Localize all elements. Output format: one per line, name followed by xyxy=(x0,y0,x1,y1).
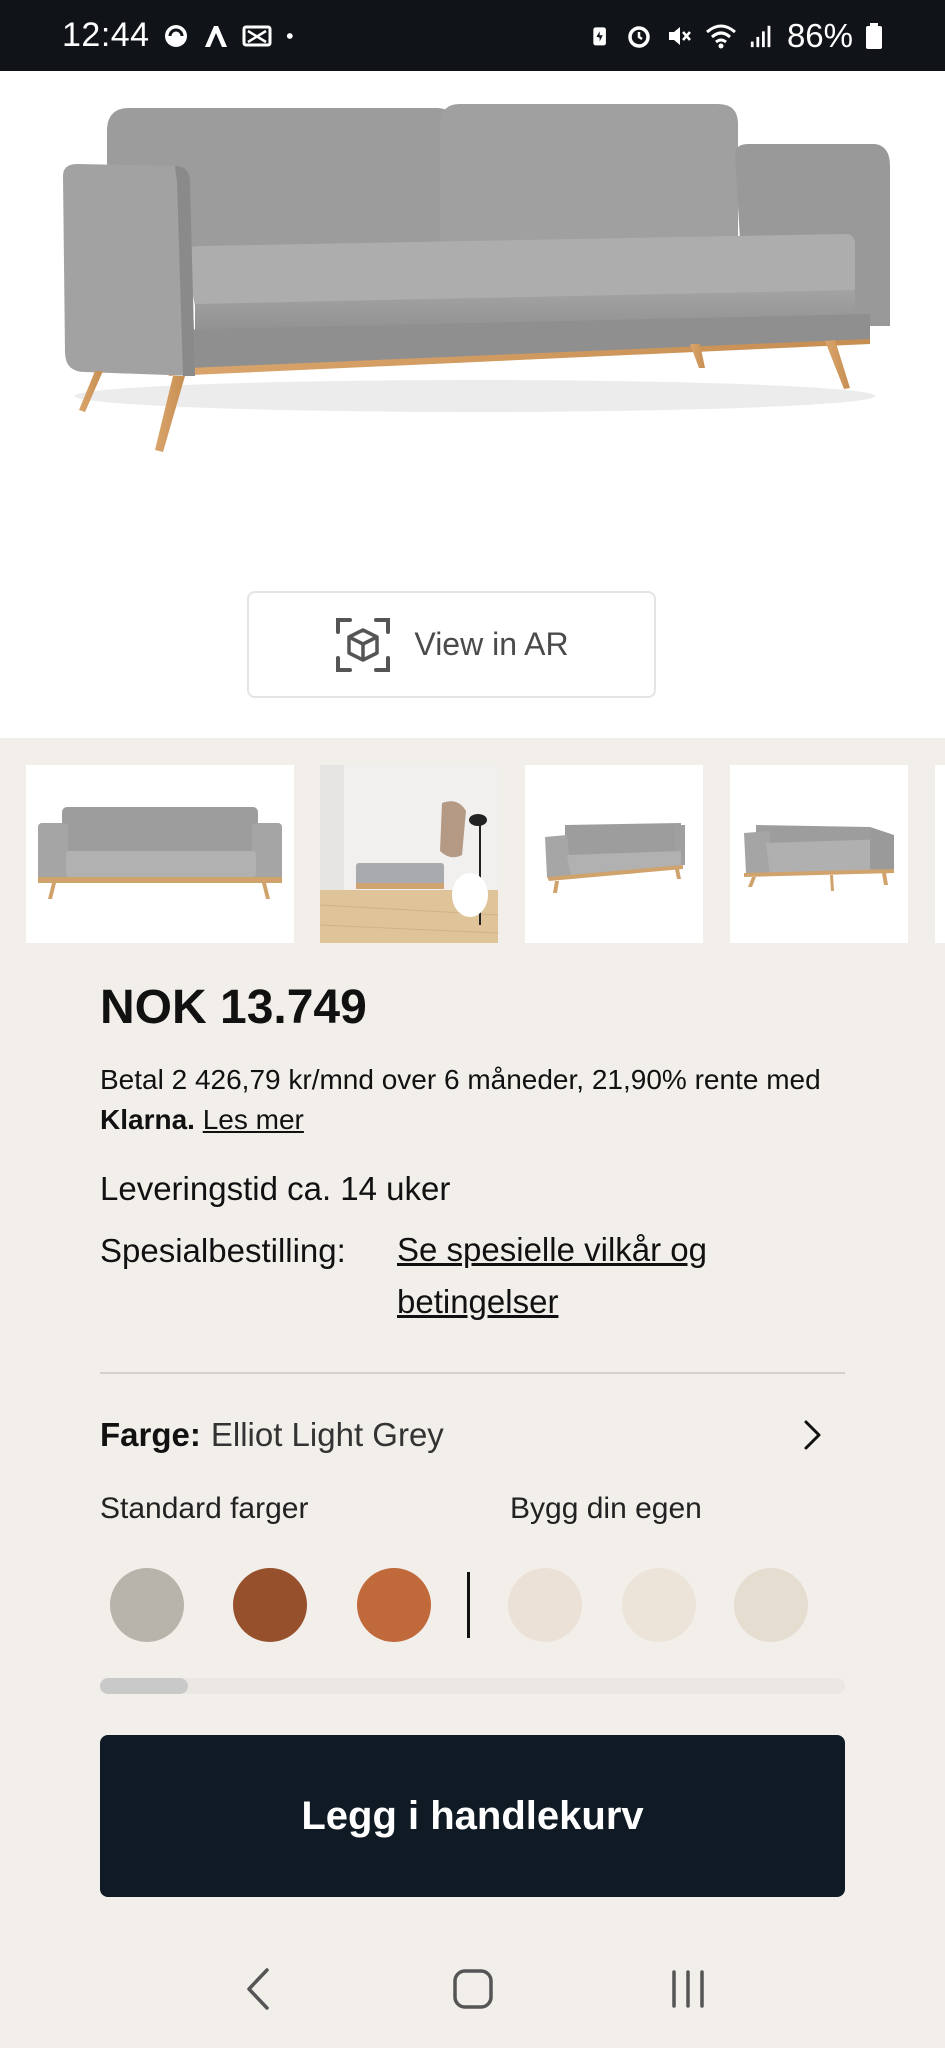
standard-colors-label: Standard farger xyxy=(100,1492,309,1525)
ar-button-label: View in AR xyxy=(414,626,569,662)
divider xyxy=(100,1372,845,1374)
sofa-angle-left-thumbnail-image xyxy=(545,823,685,893)
delivery-time: Leveringstid ca. 14 uker xyxy=(100,1170,451,1207)
swatch-separator xyxy=(467,1572,470,1638)
thumbnail-sofa-front[interactable] xyxy=(26,765,294,943)
status-right: 86% xyxy=(591,17,883,55)
battery-saver-icon xyxy=(593,26,606,45)
thumbnail-sofa-angle-right[interactable] xyxy=(730,765,908,943)
klarna-read-more-link[interactable]: Les mer xyxy=(203,1104,304,1135)
klarna-financing: Betal 2 426,79 kr/mnd over 6 måneder, 21… xyxy=(100,1060,860,1140)
add-to-cart-button[interactable]: Legg i handlekurv xyxy=(100,1735,845,1897)
special-terms-link[interactable]: Se spesielle vilkår og betingelser xyxy=(397,1224,837,1328)
color-value: Elliot Light Grey xyxy=(210,1416,444,1453)
ar-cube-icon xyxy=(336,617,391,672)
product-price: NOK 13.749 xyxy=(100,981,367,1034)
chevron-right-icon xyxy=(804,1420,821,1450)
dot-icon xyxy=(286,32,293,39)
battery-icon xyxy=(866,22,882,49)
view-in-ar-button[interactable]: View in AR xyxy=(247,591,656,698)
thumbnail-more[interactable] xyxy=(935,765,945,943)
status-bar: 12:44 86% xyxy=(0,0,945,71)
swatch-scrollbar[interactable] xyxy=(100,1678,188,1694)
swatch-custom-2[interactable] xyxy=(622,1568,696,1642)
nav-recents-button[interactable] xyxy=(658,1959,718,2019)
swatch-standard-2[interactable] xyxy=(233,1568,307,1642)
nav-home-button[interactable] xyxy=(443,1959,503,2019)
signal-icon xyxy=(750,25,771,47)
status-left: 12:44 xyxy=(62,16,302,55)
wifi-icon xyxy=(705,24,736,48)
sofa-angle-right-thumbnail-image xyxy=(744,825,894,891)
thumbnail-sofa-room[interactable] xyxy=(320,765,498,943)
app-icon xyxy=(204,25,227,47)
color-selector-row[interactable]: Farge: Elliot Light Grey xyxy=(100,1410,825,1460)
battery-level: 86% xyxy=(786,16,853,54)
system-nav-bar xyxy=(0,1930,945,2048)
sofa-image[interactable] xyxy=(55,86,895,466)
sofa-front-thumbnail-image xyxy=(38,807,288,899)
custom-colors-label: Bygg din egen xyxy=(510,1492,702,1525)
klarna-brand: Klarna. xyxy=(100,1104,195,1135)
swatch-custom-3[interactable] xyxy=(734,1568,808,1642)
sync-icon xyxy=(164,24,187,47)
klarna-text: Betal 2 426,79 kr/mnd over 6 måneder, 21… xyxy=(100,1064,821,1095)
special-order-label: Spesialbestilling: xyxy=(100,1232,346,1269)
swatch-scroll-track[interactable] xyxy=(100,1678,845,1694)
recents-icon xyxy=(671,1970,704,2008)
status-time: 12:44 xyxy=(62,16,150,54)
alarm-icon xyxy=(628,25,650,48)
nav-back-button[interactable] xyxy=(228,1959,288,2019)
mute-icon xyxy=(668,26,691,45)
swatch-custom-1[interactable] xyxy=(508,1568,582,1642)
home-icon xyxy=(452,1969,493,2009)
product-hero: View in AR xyxy=(0,71,945,738)
sofa-room-thumbnail-image xyxy=(320,765,498,943)
thumbnail-strip[interactable] xyxy=(0,765,945,943)
thumbnail-sofa-angle-left[interactable] xyxy=(525,765,703,943)
color-key: Farge: xyxy=(100,1416,201,1453)
back-icon xyxy=(246,1968,269,2010)
notification-icon xyxy=(242,25,272,46)
swatch-standard-1[interactable] xyxy=(110,1568,184,1642)
swatch-standard-3[interactable] xyxy=(357,1568,431,1642)
